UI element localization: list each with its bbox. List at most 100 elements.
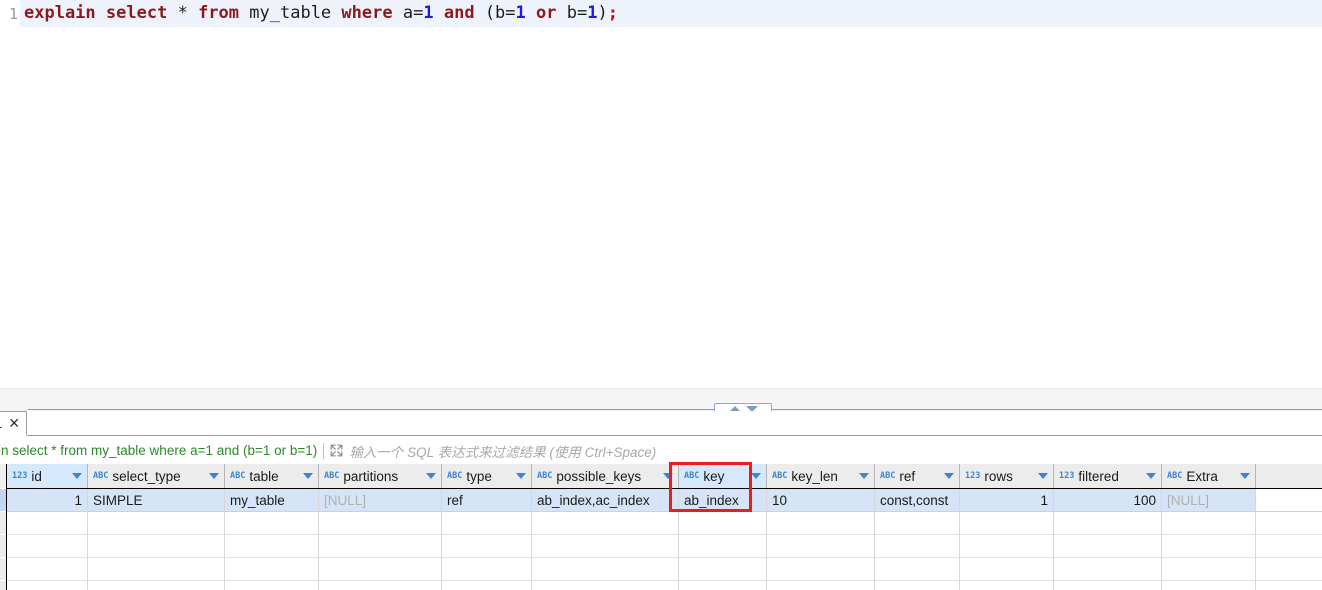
cell-rows[interactable]: 1: [960, 489, 1054, 512]
cell-table[interactable]: my_table: [225, 489, 319, 512]
table-row-empty[interactable]: [0, 581, 1322, 590]
cell-type[interactable]: [442, 535, 532, 558]
cell-table[interactable]: [225, 558, 319, 581]
cell-filtered[interactable]: 100: [1054, 489, 1162, 512]
cell-Extra[interactable]: [NULL]: [1162, 489, 1256, 512]
sql-editor-pane[interactable]: 1 explain select * from my_table where a…: [0, 0, 1322, 388]
filter-query-text[interactable]: in select * from my_table where a=1 and …: [0, 443, 317, 458]
row-header-marker-empty[interactable]: [0, 535, 6, 558]
column-header-select_type[interactable]: ABC select_type: [88, 464, 225, 488]
cell-possible_keys[interactable]: [532, 512, 679, 535]
cell-rows[interactable]: [960, 581, 1054, 590]
close-icon[interactable]: ✕: [8, 417, 20, 431]
result-grid[interactable]: 123 id ABC select_type ABC table ABC partitions…: [0, 464, 1322, 590]
cell-Extra[interactable]: [1162, 535, 1256, 558]
cell-id[interactable]: [7, 512, 88, 535]
cell-possible_keys[interactable]: [532, 581, 679, 590]
cell-filtered[interactable]: [1054, 535, 1162, 558]
chevron-down-icon[interactable]: [1146, 473, 1156, 479]
cell-possible_keys[interactable]: [532, 558, 679, 581]
chevron-down-icon[interactable]: [751, 473, 761, 479]
cell-select_type[interactable]: [88, 512, 225, 535]
cell-key_len[interactable]: 10: [767, 489, 875, 512]
cell-partitions[interactable]: [319, 535, 442, 558]
cell-key[interactable]: ab_index: [679, 489, 767, 512]
cell-partitions[interactable]: [319, 558, 442, 581]
chevron-down-icon[interactable]: [1038, 473, 1048, 479]
cell-partitions[interactable]: [319, 581, 442, 590]
cell-ref[interactable]: [875, 558, 960, 581]
cell-table[interactable]: [225, 581, 319, 590]
cell-type[interactable]: [442, 558, 532, 581]
cell-id[interactable]: [7, 535, 88, 558]
cell-key[interactable]: [679, 581, 767, 590]
cell-Extra[interactable]: [1162, 558, 1256, 581]
cell-id[interactable]: [7, 581, 88, 590]
cell-possible_keys[interactable]: ab_index,ac_index: [532, 489, 679, 512]
column-header-type[interactable]: ABC type: [442, 464, 532, 488]
row-header-marker-empty[interactable]: [0, 558, 6, 581]
column-header-key_len[interactable]: ABC key_len: [767, 464, 875, 488]
cell-filtered[interactable]: [1054, 581, 1162, 590]
cell-ref[interactable]: [875, 581, 960, 590]
cell-type[interactable]: [442, 512, 532, 535]
cell-table[interactable]: [225, 512, 319, 535]
cell-key_len[interactable]: [767, 535, 875, 558]
cell-select_type[interactable]: [88, 558, 225, 581]
cell-partitions[interactable]: [NULL]: [319, 489, 442, 512]
cell-ref[interactable]: [875, 535, 960, 558]
chevron-down-icon[interactable]: [72, 473, 82, 479]
sql-code-text[interactable]: explain select * from my_table where a=1…: [20, 0, 1322, 27]
cell-ref[interactable]: [875, 512, 960, 535]
chevron-down-icon[interactable]: [516, 473, 526, 479]
row-header-marker[interactable]: [0, 489, 6, 512]
cell-key_len[interactable]: [767, 581, 875, 590]
column-header-table[interactable]: ABC table: [225, 464, 319, 488]
cell-type[interactable]: [442, 581, 532, 590]
cell-key[interactable]: [679, 558, 767, 581]
cell-select_type[interactable]: [88, 581, 225, 590]
cell-filtered[interactable]: [1054, 512, 1162, 535]
cell-key[interactable]: [679, 535, 767, 558]
cell-type[interactable]: ref: [442, 489, 532, 512]
cell-table[interactable]: [225, 535, 319, 558]
chevron-down-icon[interactable]: [426, 473, 436, 479]
cell-Extra[interactable]: [1162, 581, 1256, 590]
cell-id[interactable]: 1: [7, 489, 88, 512]
table-row-empty[interactable]: [0, 512, 1322, 535]
cell-filtered[interactable]: [1054, 558, 1162, 581]
chevron-down-icon[interactable]: [859, 473, 869, 479]
tab-result-1[interactable]: 1 ✕: [0, 411, 27, 436]
cell-key_len[interactable]: [767, 512, 875, 535]
editor-results-splitter[interactable]: [0, 388, 1322, 415]
column-header-ref[interactable]: ABC ref: [875, 464, 960, 488]
table-row-empty[interactable]: [0, 558, 1322, 581]
cell-partitions[interactable]: [319, 512, 442, 535]
column-header-Extra[interactable]: ABC Extra: [1162, 464, 1256, 488]
table-row[interactable]: 1 SIMPLE my_table [NULL] ref ab_index,ac_inde…: [0, 489, 1322, 512]
cell-ref[interactable]: const,const: [875, 489, 960, 512]
column-header-partitions[interactable]: ABC partitions: [319, 464, 442, 488]
column-header-possible_keys[interactable]: ABC possible_keys: [532, 464, 679, 488]
row-header-marker-empty[interactable]: [0, 581, 6, 590]
chevron-down-icon[interactable]: [303, 473, 313, 479]
result-filter-bar[interactable]: in select * from my_table where a=1 and …: [0, 437, 1322, 464]
editor-line-1[interactable]: 1 explain select * from my_table where a…: [0, 0, 1322, 27]
column-header-id[interactable]: 123 id: [7, 464, 88, 488]
chevron-down-icon[interactable]: [944, 473, 954, 479]
cell-id[interactable]: [7, 558, 88, 581]
cell-select_type[interactable]: SIMPLE: [88, 489, 225, 512]
expand-icon[interactable]: [329, 443, 344, 458]
cell-possible_keys[interactable]: [532, 535, 679, 558]
cell-rows[interactable]: [960, 558, 1054, 581]
cell-rows[interactable]: [960, 512, 1054, 535]
cell-Extra[interactable]: [1162, 512, 1256, 535]
cell-key_len[interactable]: [767, 558, 875, 581]
column-header-key[interactable]: ABC key: [679, 464, 767, 488]
row-header-marker-empty[interactable]: [0, 512, 6, 535]
column-header-rows[interactable]: 123 rows: [960, 464, 1054, 488]
cell-select_type[interactable]: [88, 535, 225, 558]
cell-key[interactable]: [679, 512, 767, 535]
cell-rows[interactable]: [960, 535, 1054, 558]
filter-input-placeholder[interactable]: 输入一个 SQL 表达式来过滤结果 (使用 Ctrl+Space): [349, 441, 656, 461]
